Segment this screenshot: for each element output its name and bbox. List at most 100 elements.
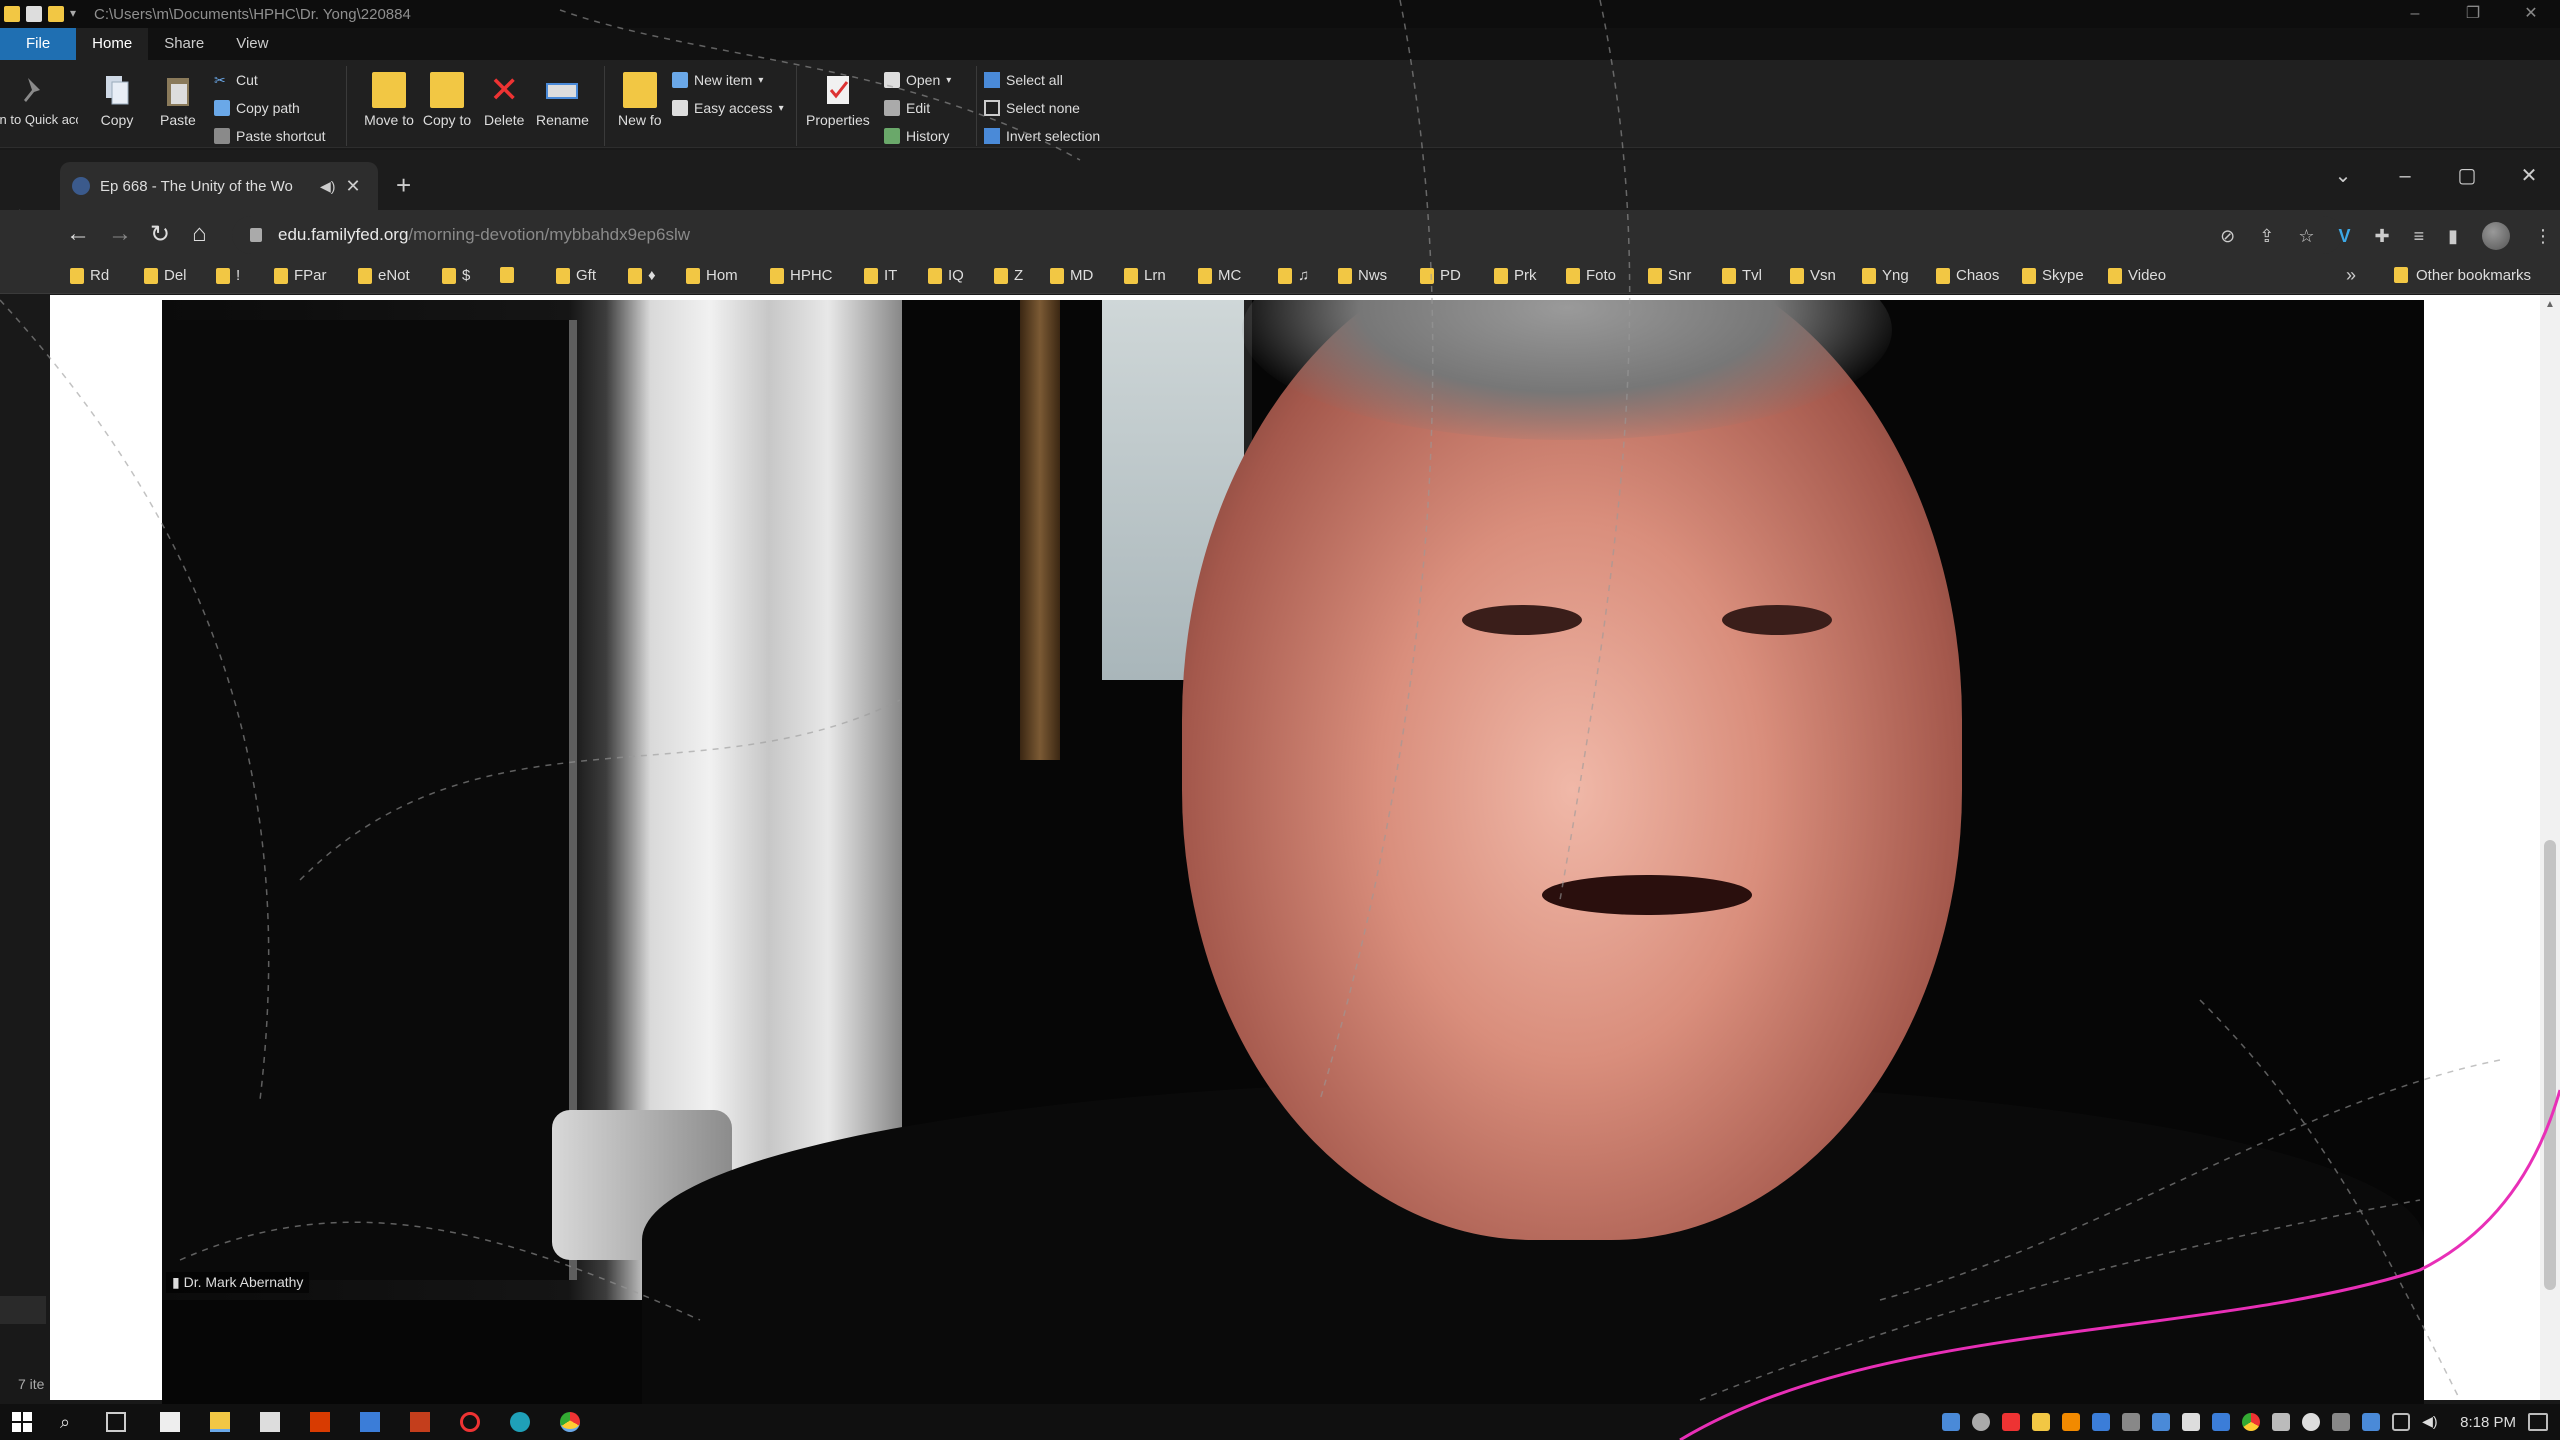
bookmark-item[interactable]: eNot [358, 267, 410, 284]
bluetooth-icon[interactable] [2092, 1413, 2111, 1431]
easy-access-button[interactable]: Easy access ▾ [672, 100, 784, 116]
bookmark-item[interactable]: HPHC [770, 267, 833, 284]
scroll-thumb[interactable] [2544, 840, 2556, 1290]
bookmark-item[interactable]: Vsn [1790, 267, 1836, 284]
bookmark-item[interactable]: Skype [2022, 267, 2084, 284]
new-folder-icon[interactable] [48, 6, 64, 22]
office-icon[interactable] [310, 1412, 330, 1432]
select-none-button[interactable]: Select none [984, 100, 1080, 116]
tab-file[interactable]: File [0, 28, 77, 60]
properties-button[interactable]: Properties [806, 72, 870, 128]
pin-quick-access-button[interactable]: Pin to Quick access [0, 72, 78, 128]
edge-icon[interactable] [510, 1412, 530, 1432]
vimeo-icon[interactable]: V [2338, 226, 2350, 247]
bookmark-item[interactable]: Chaos [1936, 267, 1999, 284]
bookmark-item[interactable]: Foto [1566, 267, 1616, 284]
tray-app-icon[interactable] [2122, 1413, 2141, 1431]
close-icon[interactable]: ✕ [2498, 158, 2560, 194]
minimize-icon[interactable]: – [2386, 0, 2444, 28]
tray-app-icon[interactable] [1972, 1413, 1991, 1431]
tab-home[interactable]: Home [76, 28, 149, 60]
bookmark-item[interactable] [500, 267, 520, 283]
bookmark-item[interactable]: Nws [1338, 267, 1387, 284]
avatar[interactable] [2482, 222, 2510, 250]
reading-list-icon[interactable]: ≡ [2414, 226, 2425, 247]
windows-start-icon[interactable] [12, 1412, 32, 1432]
tray-app-icon[interactable] [2272, 1413, 2291, 1431]
tray-app-icon[interactable] [2152, 1413, 2171, 1431]
new-folder-button[interactable]: New folder [618, 72, 662, 128]
bookmark-item[interactable]: IQ [928, 267, 964, 284]
back-button[interactable]: ← [66, 220, 90, 248]
network-icon[interactable] [2392, 1413, 2411, 1431]
speaker-icon[interactable]: ◀) [320, 178, 335, 195]
bookmark-item[interactable]: PD [1420, 267, 1461, 284]
bookmark-item[interactable]: Snr [1648, 267, 1691, 284]
tray-app-icon[interactable] [2002, 1413, 2021, 1431]
taskbar-clock[interactable]: 8:18 PM [2460, 1414, 2516, 1431]
edit-button[interactable]: Edit [884, 100, 930, 116]
new-tab-button[interactable]: + [396, 170, 411, 201]
minimize-icon[interactable]: – [2374, 158, 2436, 194]
forward-button[interactable]: → [108, 220, 132, 248]
powerpoint-icon[interactable] [410, 1412, 430, 1432]
tray-app-icon[interactable] [2182, 1413, 2201, 1431]
bookmark-item[interactable]: MC [1198, 267, 1241, 284]
extensions-icon[interactable]: ✚ [2374, 226, 2389, 247]
scroll-up-icon[interactable]: ▲ [2545, 299, 2555, 310]
bookmark-item[interactable]: Lrn [1124, 267, 1166, 284]
bookmark-item[interactable]: Prk [1494, 267, 1537, 284]
bookmark-item[interactable]: Tvl [1722, 267, 1762, 284]
notification-icon[interactable] [2528, 1413, 2548, 1431]
folder-icon[interactable] [4, 6, 20, 22]
side-panel-icon[interactable]: ▮ [2448, 226, 2458, 247]
tab-view[interactable]: View [220, 28, 284, 60]
history-button[interactable]: History [884, 128, 950, 144]
copy-path-button[interactable]: Copy path [214, 100, 300, 116]
copy-button[interactable]: Copy [100, 72, 134, 128]
bookmark-item[interactable]: $ [442, 267, 470, 284]
tray-app-icon[interactable] [2332, 1413, 2351, 1431]
tab-share[interactable]: Share [148, 28, 220, 60]
calculator-icon[interactable] [260, 1412, 280, 1432]
chevron-down-icon[interactable]: ▾ [70, 6, 80, 22]
bookmark-item[interactable]: IT [864, 267, 897, 284]
tab-search-icon[interactable]: ⌄ [2312, 158, 2374, 194]
bookmark-item[interactable]: ! [216, 267, 240, 284]
tray-app-icon[interactable] [1942, 1413, 1961, 1431]
bookmark-item[interactable]: ♦ [628, 267, 656, 284]
open-button[interactable]: Open ▾ [884, 72, 951, 88]
bookmark-item[interactable]: ♫ [1278, 267, 1309, 284]
cloud-icon[interactable] [2302, 1413, 2321, 1431]
bookmark-item[interactable]: Gft [556, 267, 596, 284]
paste-button[interactable]: Paste [160, 72, 196, 128]
video-player[interactable]: ▮ Dr. Mark Abernathy [162, 300, 2424, 1404]
select-all-button[interactable]: Select all [984, 72, 1063, 88]
mail-icon[interactable] [360, 1412, 380, 1432]
new-item-button[interactable]: New item ▾ [672, 72, 763, 88]
task-view-icon[interactable] [106, 1412, 126, 1432]
lock-icon[interactable] [250, 228, 262, 242]
volume-icon[interactable]: ◀) [2422, 1413, 2440, 1431]
invert-selection-button[interactable]: Invert selection [984, 128, 1100, 144]
tray-app-icon[interactable] [2062, 1413, 2081, 1431]
maximize-icon[interactable]: ▢ [2436, 158, 2498, 194]
bookmark-item[interactable]: Video [2108, 267, 2166, 284]
opera-icon[interactable] [460, 1412, 480, 1432]
other-bookmarks[interactable]: Other bookmarks [2394, 267, 2531, 284]
bookmark-item[interactable]: Del [144, 267, 187, 284]
browser-tab-active[interactable]: Ep 668 - The Unity of the Wo ◀) ✕ [60, 162, 378, 210]
notepad-icon[interactable] [160, 1412, 180, 1432]
bookmark-item[interactable]: FPar [274, 267, 327, 284]
more-vert-icon[interactable]: ⋮ [2534, 226, 2552, 247]
delete-button[interactable]: ✕ Delete [484, 72, 524, 129]
copy-to-button[interactable]: Copy to [422, 72, 472, 128]
tray-app-icon[interactable] [2212, 1413, 2231, 1431]
eye-off-icon[interactable]: ⊘ [2220, 226, 2235, 247]
close-icon[interactable]: ✕ [2502, 0, 2560, 28]
share-icon[interactable]: ⇪ [2259, 226, 2274, 247]
star-icon[interactable]: ☆ [2298, 226, 2314, 247]
reload-button[interactable]: ↻ [150, 220, 170, 249]
chevron-right-double-icon[interactable]: » [2346, 265, 2356, 286]
tray-app-icon[interactable] [2362, 1413, 2381, 1431]
